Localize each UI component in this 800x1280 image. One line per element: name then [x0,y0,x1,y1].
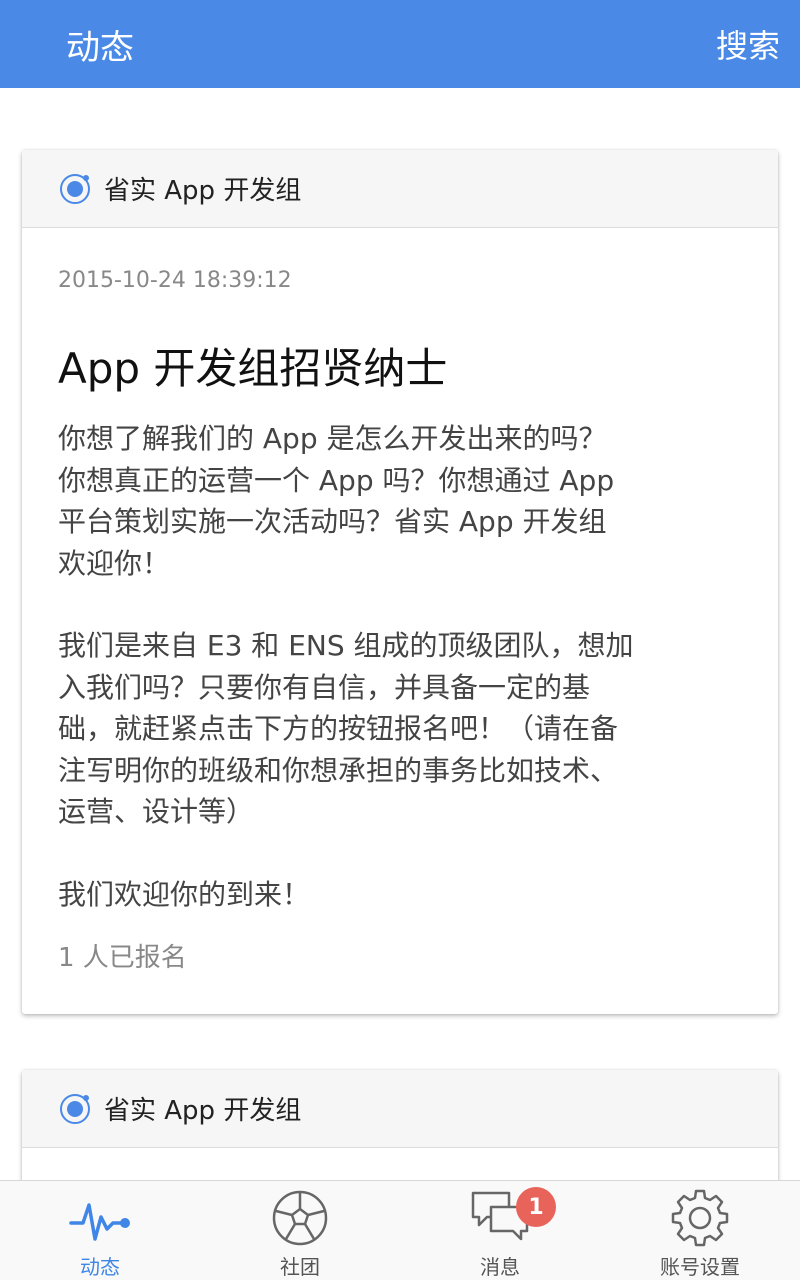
group-name: 省实 App 开发组 [104,1096,302,1126]
group-target-icon [60,1093,90,1124]
tab-feed[interactable]: 动态 [0,1181,200,1280]
gear-icon [671,1189,729,1247]
search-button[interactable]: 搜索 [716,21,780,67]
tab-label: 账号设置 [660,1255,740,1279]
post-paragraph: 你想了解我们的 App 是怎么开发出来的吗？ 你想真正的运营一个 App 吗？你… [58,422,615,580]
post-card-header[interactable]: 省实 App 开发组 [22,1070,778,1148]
tab-label: 动态 [80,1255,120,1279]
tab-label: 消息 [480,1255,520,1279]
post-card-body[interactable]: 2015-10-24 18:39:12 App 开发组招贤纳士 你想了解我们的 … [22,228,778,1014]
post-title: App 开发组招贤纳士 [58,344,448,393]
tab-messages[interactable]: 1 消息 [400,1181,600,1280]
tab-label: 社团 [280,1255,320,1279]
post-card-header[interactable]: 省实 App 开发组 [22,150,778,228]
pulse-icon [69,1203,130,1241]
bottom-tab-bar: 动态 社团 1 消息 账号设置 [0,1180,800,1280]
post-card[interactable]: 省实 App 开发组 2015-10-24 18:39:12 App 开发组招贤… [22,150,778,1014]
soccer-ball-icon [272,1190,328,1246]
signup-count: 1 人已报名 [58,943,187,973]
post-timestamp: 2015-10-24 18:39:12 [58,268,292,293]
unread-badge: 1 [516,1187,556,1227]
group-name: 省实 App 开发组 [104,176,302,206]
feed-list[interactable]: 省实 App 开发组 2015-10-24 18:39:12 App 开发组招贤… [0,88,800,1180]
top-app-bar: 动态 搜索 [0,0,800,88]
post-card[interactable]: 省实 App 开发组 [22,1070,778,1180]
group-target-icon [60,173,90,204]
tab-account-settings[interactable]: 账号设置 [600,1181,800,1280]
post-paragraph: 我们欢迎你的到来！ [58,877,311,911]
tab-clubs[interactable]: 社团 [200,1181,400,1280]
page-title: 动态 [66,27,134,68]
post-paragraph: 我们是来自 E3 和 ENS 组成的顶级团队，想加 入我们吗？只要你有自信，并具… [58,629,634,828]
